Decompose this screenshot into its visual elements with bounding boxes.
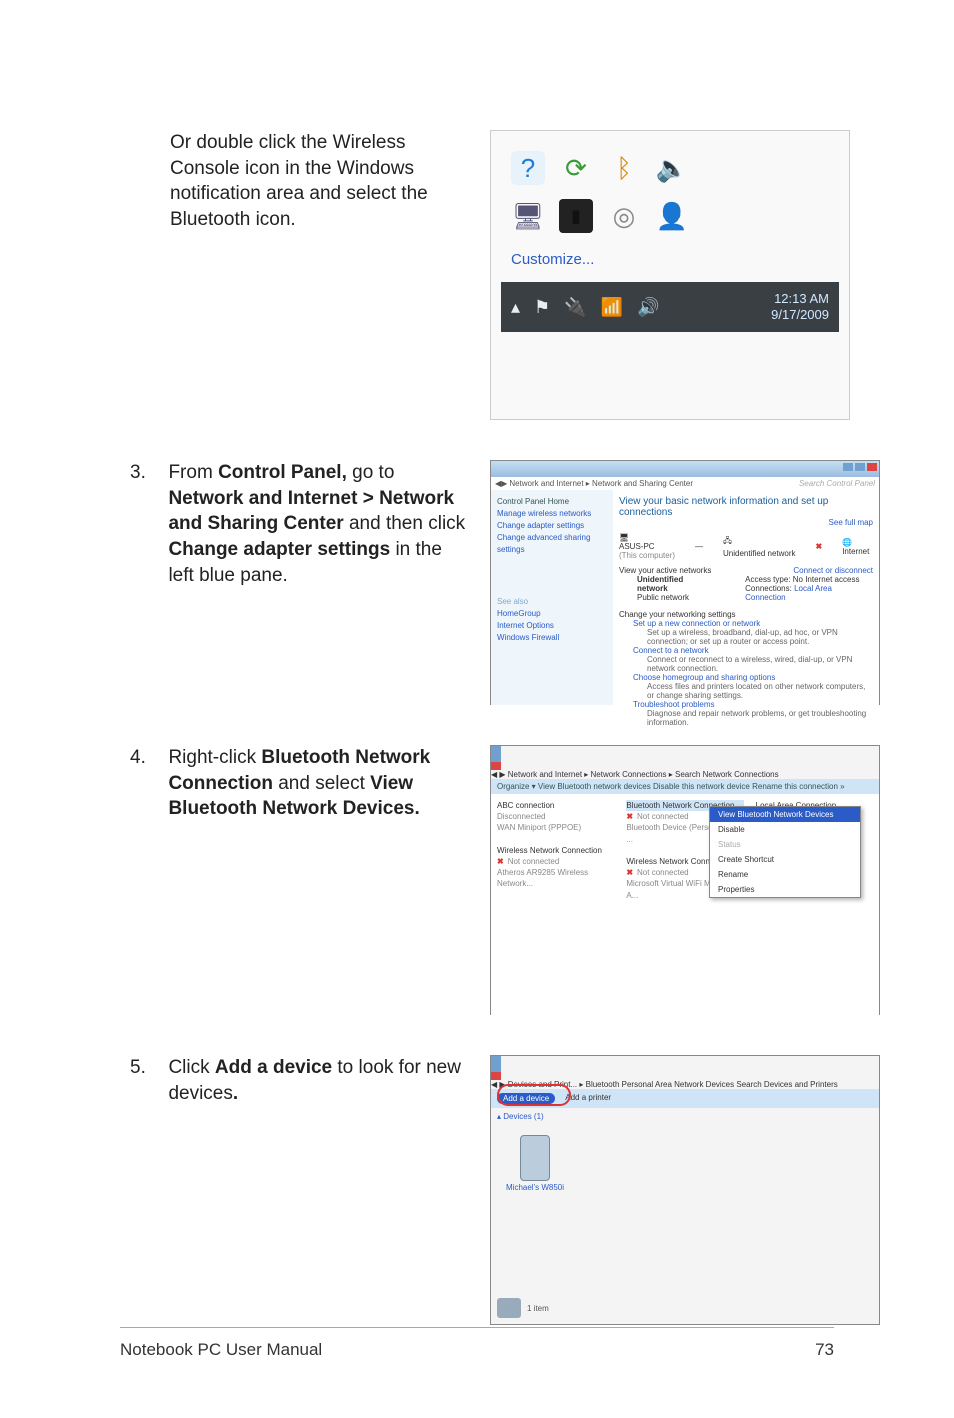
back-icon[interactable]: ◀ <box>491 1080 497 1089</box>
homegroup-link[interactable]: HomeGroup <box>497 608 607 620</box>
status-bar: 1 item <box>497 1298 549 1318</box>
screenshot-network-sharing-center: ◀ ▶ Network and Internet ▸ Network and S… <box>490 460 880 705</box>
connect-disconnect-link[interactable]: Connect or disconnect <box>793 566 873 575</box>
user-icon: 👤 <box>655 199 689 233</box>
battery-icon: ▮ <box>559 199 593 233</box>
breadcrumb[interactable]: Network and Internet ▸ Network Connectio… <box>508 770 673 779</box>
menu-view-bt-devices[interactable]: View Bluetooth Network Devices <box>710 807 860 822</box>
footer-title: Notebook PC User Manual <box>120 1340 322 1360</box>
step3-text: From Control Panel, go to Network and In… <box>168 460 468 588</box>
menu-properties[interactable]: Properties <box>710 882 860 897</box>
phone-icon <box>520 1135 550 1181</box>
connection-abc[interactable]: ABC connection <box>497 800 614 811</box>
set-up-new-link[interactable]: Set up a new connection or network <box>633 619 873 628</box>
item-count: 1 item <box>527 1304 549 1313</box>
menu-create-shortcut[interactable]: Create Shortcut <box>710 852 860 867</box>
step4-text: Right-click Bluetooth Network Connection… <box>168 745 468 822</box>
chevron-up-icon: ▴ <box>511 297 520 318</box>
monitor-icon: 🖥 <box>511 199 545 233</box>
highlight-oval <box>497 1084 571 1106</box>
internet-options-link[interactable]: Internet Options <box>497 620 607 632</box>
set-up-new-sub: Set up a wireless, broadband, dial-up, a… <box>647 628 873 646</box>
device-phone-label: Michael's W850i <box>506 1183 564 1192</box>
connect-network-link[interactable]: Connect to a network <box>633 646 873 655</box>
right-content-pane: View your basic network information and … <box>613 490 879 705</box>
screenshot-bt-pan-devices: ◀ ▶ Devices and Print... ▸ Bluetooth Per… <box>490 1055 880 1325</box>
control-panel-home[interactable]: Control Panel Home <box>497 496 607 508</box>
wireless-console-icon: ⟳ <box>559 151 593 185</box>
forward-icon[interactable]: ▶ <box>501 479 507 488</box>
see-full-map-link[interactable]: See full map <box>619 518 873 527</box>
back-icon[interactable]: ◀ <box>491 770 497 779</box>
power-icon: 🔌 <box>564 297 586 318</box>
taskbar: ▴ ⚑ 🔌 📶 🔊 12:13 AM 9/17/2009 <box>501 282 839 332</box>
add-printer-button[interactable]: Add a printer <box>565 1093 611 1104</box>
context-menu: View Bluetooth Network Devices Disable S… <box>709 806 861 898</box>
pc-icon <box>497 1298 521 1318</box>
see-also-heading: See also <box>497 596 607 608</box>
bluetooth-icon: ᛒ <box>607 151 641 185</box>
disc-icon: ◎ <box>607 199 641 233</box>
toolbar[interactable]: Organize ▾ View Bluetooth network device… <box>491 779 879 794</box>
taskbar-time: 12:13 AM <box>771 291 829 307</box>
menu-disable[interactable]: Disable <box>710 822 860 837</box>
devices-group[interactable]: ▴ Devices (1) <box>491 1108 879 1125</box>
windows-firewall-link[interactable]: Windows Firewall <box>497 632 607 644</box>
taskbar-date: 9/17/2009 <box>771 307 829 323</box>
intro-paragraph: Or double click the Wireless Console ico… <box>170 130 470 233</box>
step-number-5: 5. <box>130 1055 164 1081</box>
homegroup-options-link[interactable]: Choose homegroup and sharing options <box>633 673 873 682</box>
breadcrumb[interactable]: Network and Internet ▸ Network and Shari… <box>509 479 693 488</box>
change-networking-settings: Change your networking settings <box>619 610 873 619</box>
step-number-4: 4. <box>130 745 164 771</box>
manage-wireless-link[interactable]: Manage wireless networks <box>497 508 607 520</box>
volume-icon: 🔈 <box>655 151 689 185</box>
footer-divider <box>120 1327 834 1328</box>
speaker-icon: 🔊 <box>637 297 659 318</box>
network-icon: 📶 <box>601 297 623 318</box>
homegroup-sub: Access files and printers located on oth… <box>647 682 873 700</box>
troubleshoot-sub: Diagnose and repair network problems, or… <box>647 709 873 727</box>
view-basic-heading: View your basic network information and … <box>619 496 873 518</box>
search-input[interactable]: Search Network Connections <box>675 770 779 779</box>
screenshot-notification-area: ? ⟳ ᛒ 🔈 🖥 ▮ ◎ 👤 Customize... ▴ ⚑ 🔌 📶 <box>490 130 850 420</box>
connect-network-sub: Connect or reconnect to a wireless, wire… <box>647 655 873 673</box>
device-phone[interactable]: Michael's W850i <box>505 1135 565 1192</box>
step-number-3: 3. <box>130 460 164 486</box>
menu-status: Status <box>710 837 860 852</box>
view-active-networks: View your active networks <box>619 566 711 575</box>
menu-rename[interactable]: Rename <box>710 867 860 882</box>
left-nav-pane: Control Panel Home Manage wireless netwo… <box>491 490 613 705</box>
step5-text: Click Add a device to look for new devic… <box>168 1055 468 1106</box>
change-adapter-settings-link[interactable]: Change adapter settings <box>497 520 607 532</box>
flag-icon: ⚑ <box>534 297 550 318</box>
troubleshoot-link[interactable]: Troubleshoot problems <box>633 700 873 709</box>
search-input[interactable]: Search Control Panel <box>799 479 875 488</box>
screenshot-network-connections: ◀ ▶ Network and Internet ▸ Network Conne… <box>490 745 880 1015</box>
search-input[interactable]: Search Devices and Printers <box>736 1080 837 1089</box>
forward-icon[interactable]: ▶ <box>499 770 505 779</box>
advanced-sharing-link[interactable]: Change advanced sharing settings <box>497 532 607 556</box>
customize-link[interactable]: Customize... <box>511 251 829 268</box>
page-number: 73 <box>815 1340 834 1360</box>
connection-wireless[interactable]: Wireless Network Connection <box>497 845 614 856</box>
help-icon: ? <box>511 151 545 185</box>
